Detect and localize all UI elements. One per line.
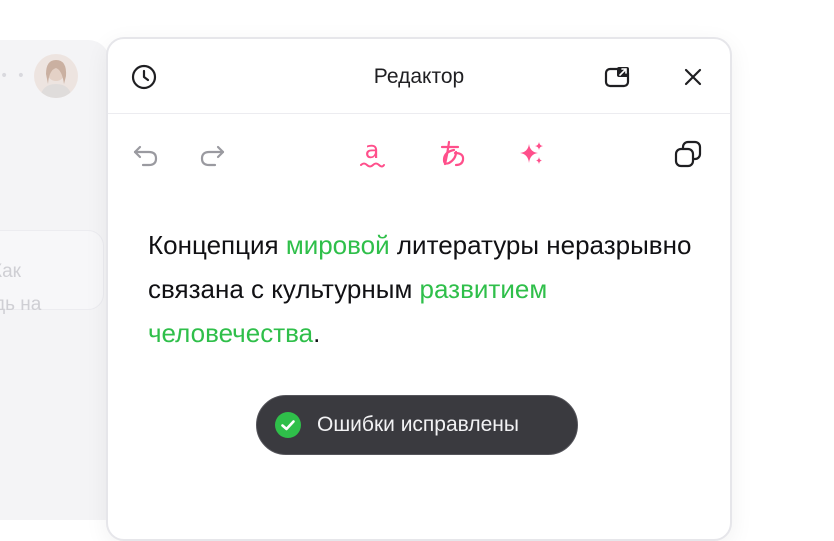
spellcheck-icon: a [360,137,385,168]
close-icon [684,68,702,86]
sparkle-icon [520,142,543,164]
background-card-line: дь на [0,294,42,315]
close-button[interactable] [675,59,711,95]
editor-text[interactable]: Концепция мировой литературы неразрывно … [148,223,708,355]
editor-title: Редактор [373,65,465,88]
open-external-icon [604,67,630,88]
check-circle-icon [275,412,301,438]
text-fragment: . [313,318,321,348]
history-icon [131,64,157,90]
svg-text:a: a [365,137,380,164]
translate-icon [440,140,465,167]
avatar [34,54,78,98]
copy-icon [674,140,702,168]
undo-icon [133,145,158,167]
background-card-line: Как [0,261,21,282]
success-toast: Ошибки исправлены [256,395,578,455]
toast-message: Ошибки исправлены [317,413,519,436]
copy-button[interactable] [670,136,706,172]
background-card-text: Как дь на [0,255,80,321]
history-button[interactable] [126,59,162,95]
editor-header: Редактор [108,39,730,114]
redo-icon [200,145,225,167]
editor-toolbar: a [108,114,730,194]
translate-button[interactable] [434,136,470,172]
ai-improve-button[interactable] [514,136,550,172]
open-external-button[interactable] [600,59,636,95]
corrected-word: мировой [285,230,390,260]
redo-button[interactable] [194,136,230,172]
editor-panel: Редактор a Концепция мировой литературы … [106,37,732,541]
undo-button[interactable] [128,136,164,172]
text-fragment: Концепция [148,230,286,260]
spellcheck-button[interactable]: a [354,136,390,172]
more-dots-icon: • • [0,68,27,84]
